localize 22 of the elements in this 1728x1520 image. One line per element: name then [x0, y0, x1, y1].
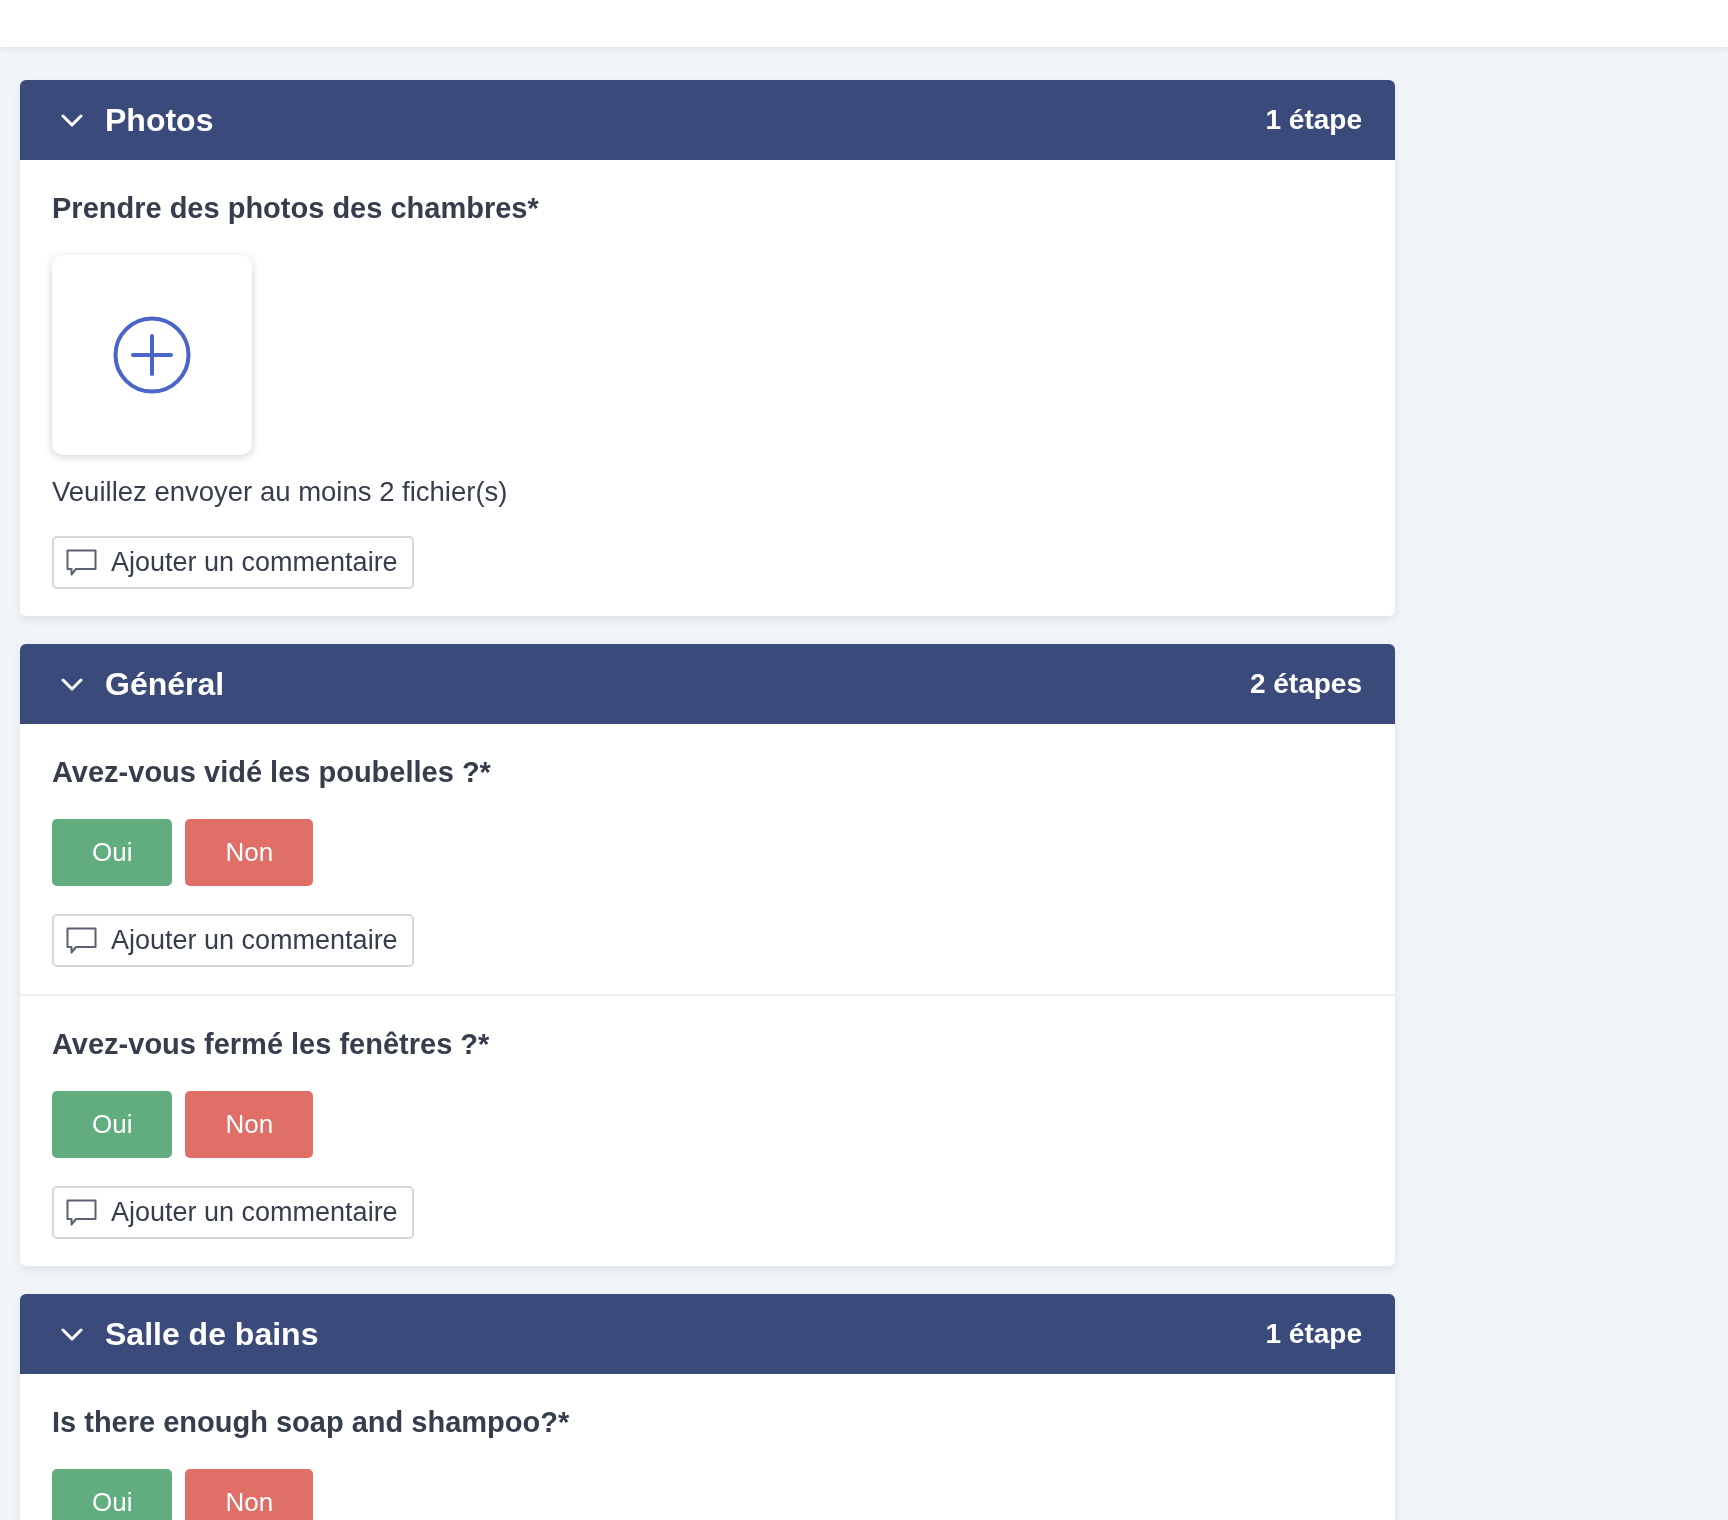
step-count: 2 étapes: [1249, 667, 1362, 701]
question-text: Is there enough soap and shampoo?*: [52, 1405, 571, 1439]
speech-bubble-icon: [66, 549, 97, 576]
question-text: Avez-vous fermé les fenêtres ?*: [52, 1027, 491, 1061]
add-comment-button[interactable]: Ajouter un commentaire: [52, 1186, 414, 1239]
hint-text: Veuillez envoyer au moins 2 fichier(s): [52, 476, 509, 508]
section-header[interactable]: Général 2 étapes: [20, 644, 1395, 724]
section-header[interactable]: Salle de bains 1 étape: [20, 1294, 1395, 1374]
add-comment-button[interactable]: Ajouter un commentaire: [52, 914, 414, 967]
section-header[interactable]: Photos 1 étape: [20, 80, 1395, 160]
question-text: Prendre des photos des chambres*: [52, 191, 540, 225]
section-title: Général: [105, 665, 225, 704]
plus-circle-icon: [113, 316, 191, 394]
section-title: Salle de bains: [105, 1315, 319, 1354]
step-count: 1 étape: [1265, 103, 1362, 137]
question-text: Avez-vous vidé les poubelles ?*: [52, 755, 492, 789]
add-comment-button[interactable]: Ajouter un commentaire: [52, 536, 414, 589]
speech-bubble-icon: [66, 927, 97, 954]
speech-bubble-icon: [66, 1199, 97, 1226]
step-count: 1 étape: [1265, 1317, 1362, 1351]
section-title: Photos: [105, 101, 214, 140]
add-photo-button[interactable]: [52, 255, 252, 455]
